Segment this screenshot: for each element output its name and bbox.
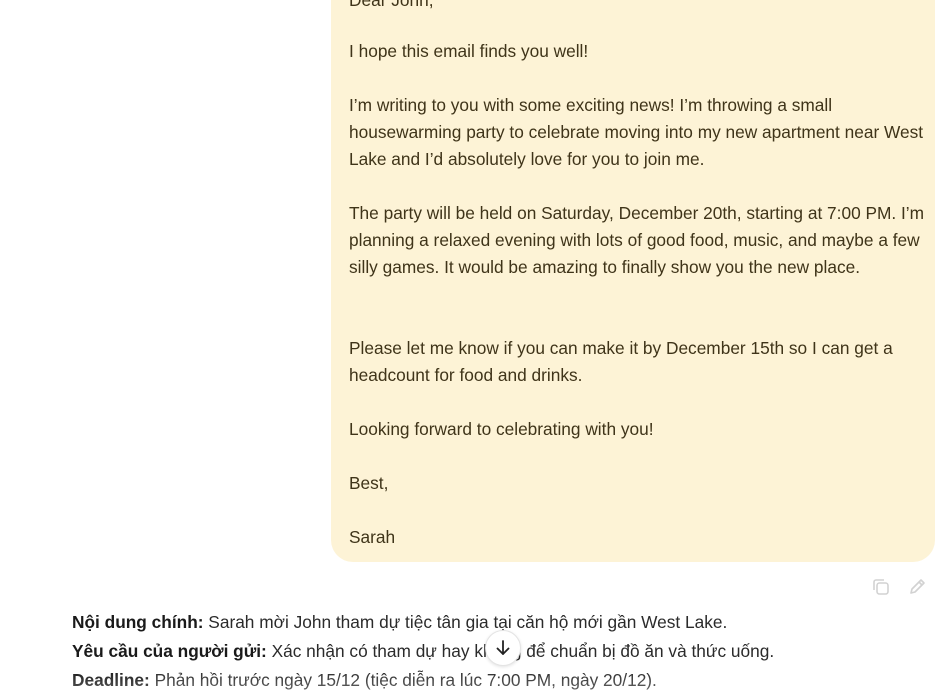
email-greeting: Dear John, [349,0,434,10]
pencil-icon[interactable] [906,576,928,598]
summary-main-label: Nội dung chính: [72,612,204,632]
user-message-bubble: Dear John, I hope this email finds you w… [331,0,935,562]
email-paragraph: I hope this email finds you well! [349,41,589,61]
email-signoff: Best, [349,473,389,493]
scroll-to-bottom-button[interactable] [485,630,521,666]
summary-deadline-line: Deadline: Phản hồi trước ngày 15/12 (tiệ… [72,666,932,695]
email-signature: Sarah [349,527,396,547]
email-paragraph: The party will be held on Saturday, Dece… [349,203,925,277]
arrow-down-icon [496,640,510,655]
chat-view: Dear John, I hope this email finds you w… [0,0,947,698]
email-paragraph: Looking forward to celebrating with you! [349,419,654,439]
summary-deadline-text: Phản hồi trước ngày 15/12 (tiệc diễn ra … [149,670,657,690]
summary-main-text: Sarah mời John tham dự tiệc tân gia tại … [203,612,728,632]
copy-icon[interactable] [870,576,892,598]
email-paragraph: I’m writing to you with some exciting ne… [349,95,924,169]
summary-request-label: Yêu cầu của người gửi: [72,641,267,661]
email-paragraph: Please let me know if you can make it by… [349,338,893,385]
summary-deadline-label: Deadline: [72,670,150,690]
